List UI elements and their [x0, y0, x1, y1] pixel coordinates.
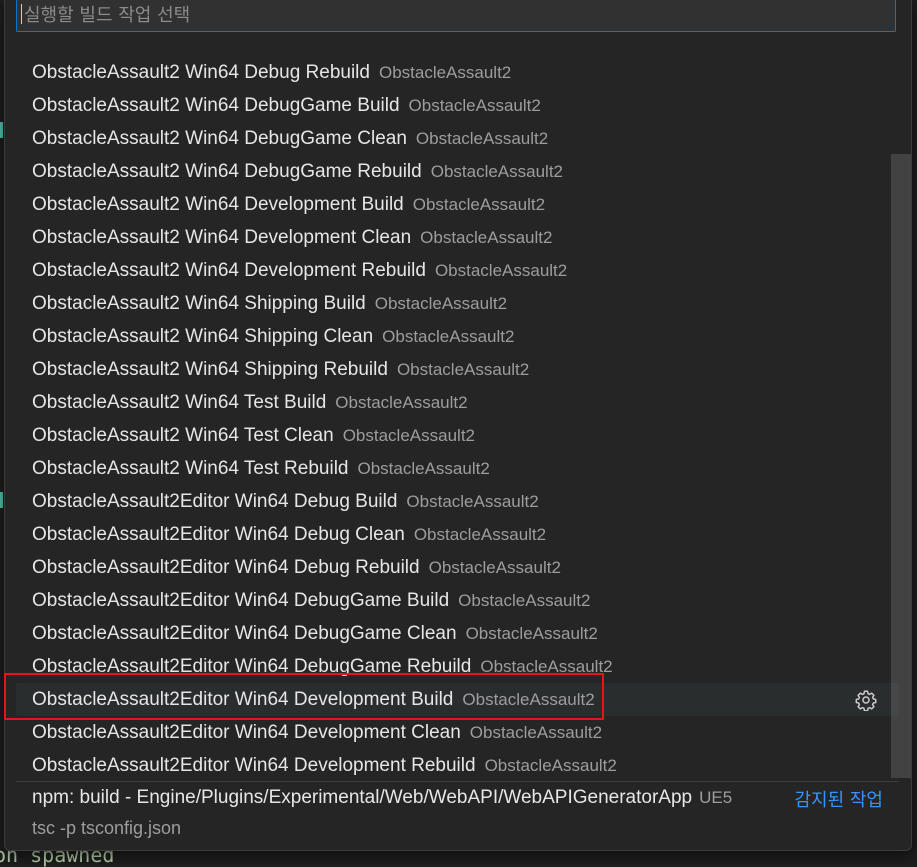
- task-item[interactable]: ObstacleAssault2 Win64 Test Rebuild Obsta…: [16, 452, 899, 485]
- detected-task-item[interactable]: npm: build - Engine/Plugins/Experimental…: [16, 782, 899, 842]
- task-item[interactable]: ObstacleAssault2Editor Win64 Development…: [16, 716, 899, 749]
- task-description: ObstacleAssault2: [430, 161, 564, 181]
- gear-icon[interactable]: [855, 689, 877, 712]
- task-description: ObstacleAssault2: [458, 590, 591, 610]
- task-label: ObstacleAssault2 Win64 Development Build: [32, 193, 404, 215]
- task-item[interactable]: ObstacleAssault2 Win64 Shipping Build Obs…: [16, 287, 899, 320]
- detected-task-description: UE5: [699, 788, 733, 807]
- task-label: ObstacleAssault2 Win64 Development Rebui…: [32, 259, 426, 281]
- task-item[interactable]: ObstacleAssault2 Win64 Test Build Obstacl…: [16, 386, 899, 419]
- task-description: ObstacleAssault2: [415, 128, 549, 148]
- editor-gutter-mark: [0, 492, 3, 508]
- task-label: ObstacleAssault2 Win64 Test Clean: [32, 424, 334, 446]
- task-description: ObstacleAssault2: [335, 392, 468, 412]
- task-label: ObstacleAssault2Editor Win64 Development…: [32, 688, 454, 710]
- task-label: ObstacleAssault2Editor Win64 Debug Clean: [32, 523, 405, 545]
- task-description: ObstacleAssault2: [465, 623, 598, 643]
- detected-tasks-group-label: 감지된 작업: [794, 790, 883, 811]
- task-item[interactable]: ObstacleAssault2Editor Win64 Development…: [16, 749, 899, 782]
- task-label: ObstacleAssault2 Win64 DebugGame Rebuild: [32, 160, 422, 182]
- task-description: ObstacleAssault2: [434, 260, 568, 280]
- task-item[interactable]: ObstacleAssault2Editor Win64 Debug Rebui…: [16, 551, 899, 584]
- task-item[interactable]: ObstacleAssault2Editor Win64 DebugGame C…: [16, 617, 899, 650]
- quick-pick-panel: ObstacleAssault2 Win64 Debug Rebuild Obst…: [4, 0, 912, 851]
- task-description: ObstacleAssault2: [378, 62, 512, 82]
- task-description: ObstacleAssault2: [480, 656, 613, 676]
- task-item[interactable]: ObstacleAssault2 Win64 Shipping Clean Obs…: [16, 320, 899, 353]
- task-label: ObstacleAssault2Editor Win64 DebugGame R…: [32, 655, 472, 677]
- task-label: ObstacleAssault2Editor Win64 Development…: [32, 721, 461, 743]
- task-description: ObstacleAssault2: [382, 326, 515, 346]
- task-item[interactable]: ObstacleAssault2Editor Win64 DebugGame B…: [16, 584, 899, 617]
- task-description: ObstacleAssault2: [408, 95, 541, 115]
- task-description: ObstacleAssault2: [413, 524, 547, 544]
- task-description: ObstacleAssault2: [406, 491, 539, 511]
- task-label: ObstacleAssault2 Win64 DebugGame Build: [32, 94, 400, 116]
- task-label: ObstacleAssault2 Win64 Shipping Clean: [32, 325, 374, 347]
- task-label: ObstacleAssault2Editor Win64 Debug Rebui…: [32, 556, 420, 578]
- task-description: ObstacleAssault2: [420, 227, 553, 247]
- task-item[interactable]: ObstacleAssault2Editor Win64 DebugGame R…: [16, 650, 899, 683]
- task-label: ObstacleAssault2Editor Win64 DebugGame B…: [32, 589, 450, 611]
- task-label: ObstacleAssault2 Win64 DebugGame Clean: [32, 127, 407, 149]
- task-description: ObstacleAssault2: [357, 458, 490, 478]
- task-label: ObstacleAssault2 Win64 Shipping Rebuild: [32, 358, 388, 380]
- task-label: ObstacleAssault2Editor Win64 Debug Build: [32, 490, 398, 512]
- task-description: ObstacleAssault2: [469, 722, 603, 742]
- task-label: ObstacleAssault2 Win64 Debug Rebuild: [32, 61, 370, 83]
- task-label: ObstacleAssault2Editor Win64 Development…: [32, 754, 476, 776]
- task-item[interactable]: ObstacleAssault2Editor Win64 Debug Clean…: [16, 518, 899, 551]
- list-scrollbar-thumb[interactable]: [891, 154, 911, 778]
- task-description: ObstacleAssault2: [428, 557, 561, 577]
- task-item-selected[interactable]: ObstacleAssault2Editor Win64 Development…: [16, 683, 899, 716]
- task-item[interactable]: ObstacleAssault2 Win64 Debug Rebuild Obst…: [16, 56, 899, 89]
- task-item[interactable]: ObstacleAssault2 Win64 DebugGame Clean Ob…: [16, 122, 899, 155]
- task-item[interactable]: ObstacleAssault2 Win64 Development Rebui…: [16, 254, 899, 287]
- task-item[interactable]: ObstacleAssault2 Win64 Development Build…: [16, 188, 899, 221]
- task-description: ObstacleAssault2: [412, 194, 546, 214]
- task-item[interactable]: ObstacleAssault2 Win64 Development Clean…: [16, 221, 899, 254]
- task-label: ObstacleAssault2 Win64 Test Rebuild: [32, 457, 349, 479]
- detected-task-detail: tsc -p tsconfig.json: [32, 818, 182, 838]
- task-label: ObstacleAssault2 Win64 Test Build: [32, 391, 327, 413]
- task-label: ObstacleAssault2 Win64 Development Clean: [32, 226, 412, 248]
- task-item[interactable]: ObstacleAssault2 Win64 DebugGame Build Ob…: [16, 89, 899, 122]
- task-description: ObstacleAssault2: [462, 689, 595, 709]
- task-label: ObstacleAssault2Editor Win64 DebugGame C…: [32, 622, 457, 644]
- task-description: ObstacleAssault2: [374, 293, 508, 313]
- quick-pick-input-box[interactable]: [16, 0, 896, 32]
- detected-task-label: npm: build - Engine/Plugins/Experimental…: [32, 787, 693, 808]
- task-description: ObstacleAssault2: [396, 359, 530, 379]
- task-description: ObstacleAssault2: [484, 755, 617, 775]
- task-item[interactable]: ObstacleAssault2Editor Win64 Debug Build…: [16, 485, 899, 518]
- text-cursor: [21, 4, 22, 24]
- task-item[interactable]: ObstacleAssault2 Win64 Shipping Rebuild O…: [16, 353, 899, 386]
- task-item[interactable]: ObstacleAssault2 Win64 DebugGame Rebuild…: [16, 155, 899, 188]
- task-label: ObstacleAssault2 Win64 Shipping Build: [32, 292, 366, 314]
- task-description: ObstacleAssault2: [342, 425, 475, 445]
- task-search-input[interactable]: [24, 0, 884, 30]
- task-item[interactable]: ObstacleAssault2 Win64 Test Clean Obstacl…: [16, 419, 899, 452]
- editor-gutter-mark: [0, 122, 3, 138]
